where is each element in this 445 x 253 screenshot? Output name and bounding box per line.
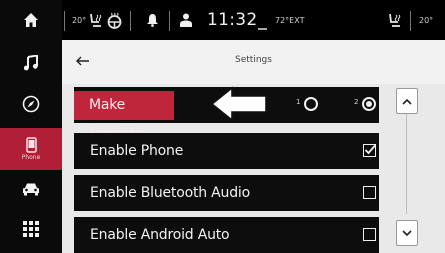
enable-android-auto-label: Enable Android Auto — [90, 227, 230, 243]
checkmark-icon — [364, 144, 376, 155]
enable-bluetooth-audio-label: Enable Bluetooth Audio — [90, 185, 250, 201]
bell-icon — [147, 14, 158, 27]
phone-label: Phone — [21, 154, 41, 161]
enable-phone-label: Enable Phone — [90, 143, 184, 159]
option-2-number: 2 — [354, 98, 359, 106]
enable-phone-row[interactable]: Enable Phone — [74, 133, 379, 169]
enable-bluetooth-audio-row[interactable]: Enable Bluetooth Audio — [74, 175, 379, 211]
right-heated-seat-button[interactable] — [387, 0, 403, 40]
exterior-temperature: 72°EXT — [275, 15, 305, 25]
vehicle-button[interactable] — [0, 176, 62, 202]
title-bar: Settings — [62, 40, 445, 84]
divider — [64, 11, 65, 31]
heated-seat-icon — [389, 13, 401, 27]
status-bar: 20° 11:32 72°EXT 20° — [62, 0, 445, 40]
favorite-option-2-radio[interactable] — [362, 97, 376, 111]
phone-button[interactable]: Phone — [0, 128, 62, 170]
clock-indicator — [258, 28, 267, 30]
music-icon — [23, 55, 38, 71]
scroll-track[interactable] — [406, 114, 407, 214]
page-title: Settings — [235, 55, 272, 65]
infotainment-screen: Phone 20° 11:32 72°EXT 20° Settings Make… — [0, 0, 445, 253]
chevron-down-icon — [402, 229, 412, 236]
notification-button[interactable] — [146, 0, 159, 40]
profile-button[interactable] — [180, 0, 192, 40]
enable-android-auto-row[interactable]: Enable Android Auto — [74, 217, 379, 253]
favorite-option-1-radio[interactable] — [304, 97, 318, 111]
navigation-button[interactable] — [0, 89, 62, 119]
home-icon — [24, 13, 38, 27]
car-icon — [23, 183, 39, 196]
pointer-arrow — [210, 86, 267, 122]
heated-seat-icon — [90, 13, 102, 27]
left-temperature[interactable]: 20° — [72, 0, 86, 40]
apps-grid-icon — [23, 221, 39, 237]
phone-icon — [25, 137, 37, 153]
radio-selected-dot — [366, 101, 372, 107]
right-temperature[interactable]: 20° — [419, 0, 433, 40]
divider — [410, 11, 411, 31]
scroll-down-button[interactable] — [396, 220, 418, 246]
chevron-up-icon — [402, 98, 412, 105]
navigation-compass-icon — [22, 95, 40, 113]
option-1-number: 1 — [296, 98, 301, 106]
clock: 11:32 — [207, 10, 258, 30]
left-nav-rail: Phone — [0, 0, 62, 253]
home-button[interactable] — [0, 6, 62, 34]
heated-steering-icon — [107, 12, 122, 29]
apps-button[interactable] — [0, 214, 62, 244]
enable-android-auto-checkbox[interactable] — [363, 228, 376, 241]
divider — [130, 11, 131, 31]
enable-phone-checkbox[interactable] — [363, 144, 376, 157]
settings-panel: Settings Make Favorite 1 2 Enable Phone — [62, 40, 445, 253]
make-favorite-highlight: Make Favorite — [74, 91, 174, 142]
make-favorite-label: Make Favorite — [89, 97, 144, 142]
scroll-up-button[interactable] — [396, 88, 418, 114]
heated-seat-button[interactable] — [88, 0, 104, 40]
heated-steering-button[interactable] — [106, 0, 123, 40]
divider — [169, 11, 170, 31]
user-icon — [180, 13, 192, 27]
enable-bluetooth-audio-checkbox[interactable] — [363, 186, 376, 199]
music-button[interactable] — [0, 48, 62, 78]
